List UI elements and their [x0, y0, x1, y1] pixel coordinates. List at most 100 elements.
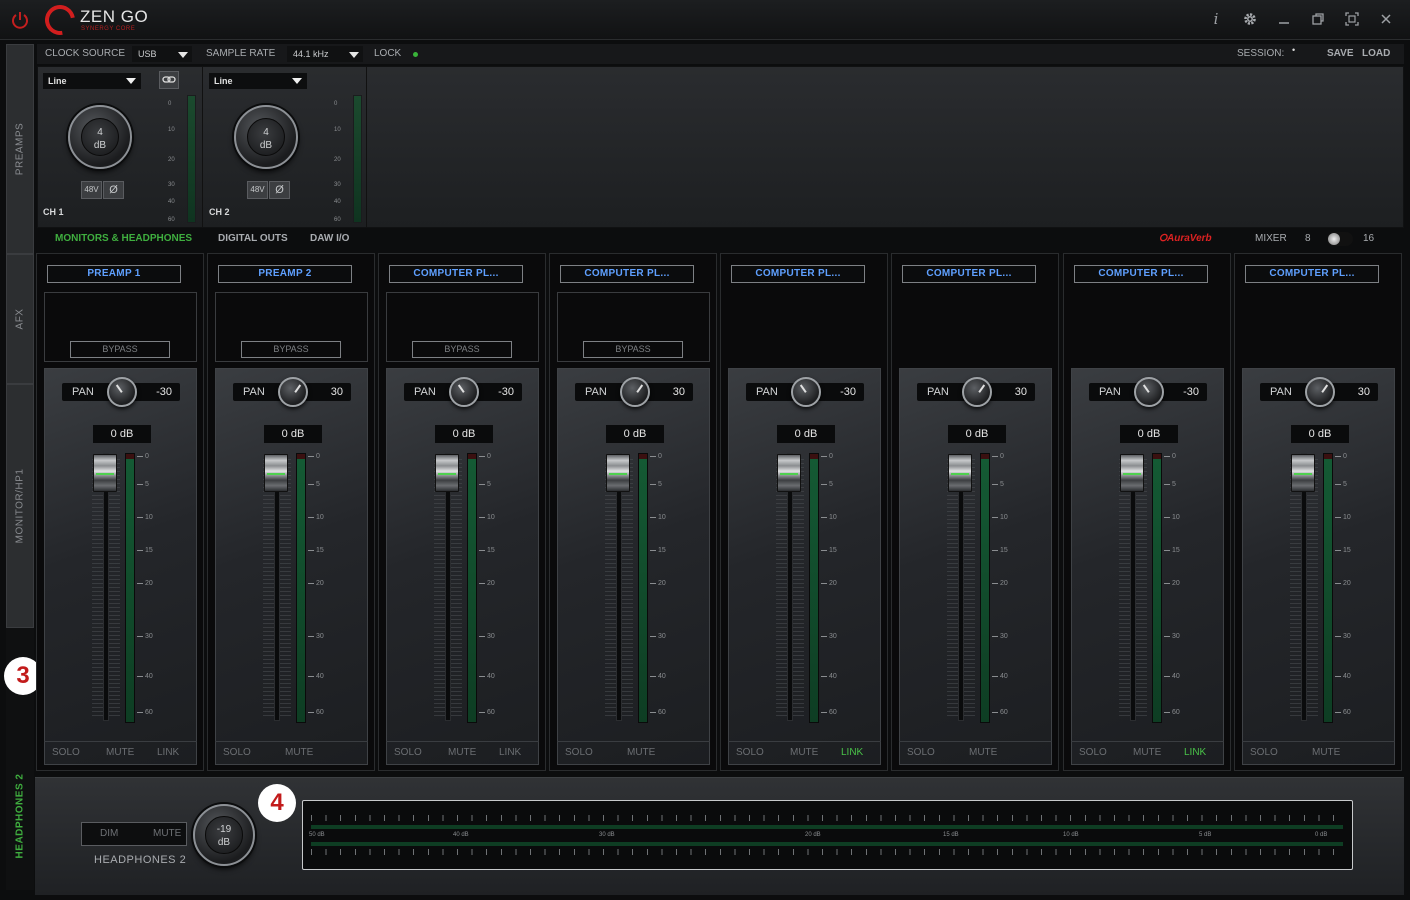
solo-button[interactable]: SOLO — [565, 747, 593, 758]
pan-knob[interactable] — [107, 377, 137, 407]
info-icon[interactable]: i — [1208, 11, 1224, 27]
tab-monitors-headphones[interactable]: MONITORS & HEADPHONES — [55, 233, 192, 244]
afx-slot[interactable]: BYPASS — [215, 292, 368, 362]
fader-handle[interactable] — [1120, 454, 1144, 492]
afx-slot[interactable]: BYPASS — [386, 292, 539, 362]
fader-gain-value[interactable]: 0 dB — [1120, 425, 1178, 443]
pan-control[interactable]: PAN -30 — [746, 377, 864, 407]
pan-control[interactable]: PAN 30 — [1260, 377, 1378, 407]
mute-button[interactable]: MUTE — [285, 747, 313, 758]
pan-knob[interactable] — [449, 377, 479, 407]
fader-gain-value[interactable]: 0 dB — [93, 425, 151, 443]
mute-button[interactable]: MUTE — [106, 747, 134, 758]
bypass-button[interactable]: BYPASS — [583, 341, 683, 358]
fader-gain-value[interactable]: 0 dB — [435, 425, 493, 443]
mute-button[interactable]: MUTE — [448, 747, 476, 758]
minimize-icon[interactable] — [1276, 11, 1292, 27]
solo-button[interactable]: SOLO — [907, 747, 935, 758]
input-type-select[interactable]: Line — [43, 73, 141, 89]
phase-invert-button[interactable]: Ø — [269, 181, 290, 199]
tab-digital-outs[interactable]: DIGITAL OUTS — [218, 233, 288, 244]
gain-knob[interactable]: 4 dB — [68, 105, 132, 169]
gain-knob[interactable]: 4 dB — [234, 105, 298, 169]
mute-button[interactable]: MUTE — [153, 828, 181, 839]
fader-gain-value[interactable]: 0 dB — [777, 425, 835, 443]
fader-handle[interactable] — [606, 454, 630, 492]
pan-control[interactable]: PAN 30 — [917, 377, 1035, 407]
sidebar-tab-afx[interactable]: AFX — [6, 254, 34, 384]
session-dropdown-icon[interactable]: • — [1292, 45, 1295, 55]
fader-handle[interactable] — [264, 454, 288, 492]
fader-handle[interactable] — [777, 454, 801, 492]
fullscreen-icon[interactable] — [1344, 11, 1360, 27]
auraverb-logo[interactable]: ⭘AuraVerb — [1159, 233, 1212, 244]
clock-source-select[interactable]: USB — [132, 46, 192, 62]
input-type-select[interactable]: Line — [209, 73, 307, 89]
gear-icon[interactable] — [1242, 11, 1258, 27]
solo-button[interactable]: SOLO — [1250, 747, 1278, 758]
pan-knob[interactable] — [1305, 377, 1335, 407]
bypass-button[interactable]: BYPASS — [412, 341, 512, 358]
dim-button[interactable]: DIM — [100, 828, 118, 839]
strip-name[interactable]: COMPUTER PL... — [1074, 265, 1208, 283]
pan-knob[interactable] — [620, 377, 650, 407]
tab-daw-io[interactable]: DAW I/O — [310, 233, 349, 244]
fader-track[interactable] — [1301, 453, 1307, 721]
pan-knob[interactable] — [962, 377, 992, 407]
strip-name[interactable]: COMPUTER PL... — [560, 265, 694, 283]
link-channels-button[interactable] — [159, 71, 179, 89]
link-button[interactable]: LINK — [157, 747, 179, 758]
strip-name[interactable]: COMPUTER PL... — [902, 265, 1036, 283]
fader-gain-value[interactable]: 0 dB — [1291, 425, 1349, 443]
fader-handle[interactable] — [948, 454, 972, 492]
fader-track[interactable] — [616, 453, 622, 721]
solo-button[interactable]: SOLO — [1079, 747, 1107, 758]
pan-knob[interactable] — [1134, 377, 1164, 407]
fader-track[interactable] — [1130, 453, 1136, 721]
afx-slot[interactable]: BYPASS — [557, 292, 710, 362]
save-button[interactable]: SAVE — [1327, 48, 1354, 59]
fader-gain-value[interactable]: 0 dB — [606, 425, 664, 443]
dim-mute-toggle[interactable]: DIM MUTE — [81, 822, 187, 846]
headphones-level-knob[interactable]: -19 dB — [193, 804, 255, 866]
solo-button[interactable]: SOLO — [736, 747, 764, 758]
phase-invert-button[interactable]: Ø — [103, 181, 124, 199]
strip-name[interactable]: COMPUTER PL... — [731, 265, 865, 283]
fader-handle[interactable] — [1291, 454, 1315, 492]
phantom-power-button[interactable]: 48V — [81, 181, 102, 199]
strip-name[interactable]: COMPUTER PL... — [1245, 265, 1379, 283]
strip-name[interactable]: PREAMP 2 — [218, 265, 352, 283]
mute-button[interactable]: MUTE — [790, 747, 818, 758]
pan-control[interactable]: PAN 30 — [575, 377, 693, 407]
load-button[interactable]: LOAD — [1362, 48, 1390, 59]
pan-control[interactable]: PAN -30 — [404, 377, 522, 407]
fader-track[interactable] — [958, 453, 964, 721]
solo-button[interactable]: SOLO — [52, 747, 80, 758]
strip-name[interactable]: PREAMP 1 — [47, 265, 181, 283]
fader-track[interactable] — [445, 453, 451, 721]
fader-gain-value[interactable]: 0 dB — [948, 425, 1006, 443]
afx-slot[interactable]: BYPASS — [44, 292, 197, 362]
link-button[interactable]: LINK — [841, 747, 863, 758]
power-icon[interactable] — [9, 9, 31, 31]
sidebar-tab-preamps[interactable]: PREAMPS — [6, 44, 34, 254]
fader-gain-value[interactable]: 0 dB — [264, 425, 322, 443]
mute-button[interactable]: MUTE — [627, 747, 655, 758]
pan-knob[interactable] — [278, 377, 308, 407]
solo-button[interactable]: SOLO — [223, 747, 251, 758]
fader-handle[interactable] — [93, 454, 117, 492]
strip-name[interactable]: COMPUTER PL... — [389, 265, 523, 283]
mixer-size-toggle[interactable] — [1327, 232, 1353, 246]
phantom-power-button[interactable]: 48V — [247, 181, 268, 199]
mute-button[interactable]: MUTE — [1312, 747, 1340, 758]
fader-handle[interactable] — [435, 454, 459, 492]
fader-track[interactable] — [103, 453, 109, 721]
link-button[interactable]: LINK — [1184, 747, 1206, 758]
mute-button[interactable]: MUTE — [969, 747, 997, 758]
pan-control[interactable]: PAN -30 — [62, 377, 180, 407]
sample-rate-select[interactable]: 44.1 kHz — [287, 46, 363, 62]
close-icon[interactable] — [1378, 11, 1394, 27]
fader-track[interactable] — [274, 453, 280, 721]
pan-control[interactable]: PAN 30 — [233, 377, 351, 407]
link-button[interactable]: LINK — [499, 747, 521, 758]
